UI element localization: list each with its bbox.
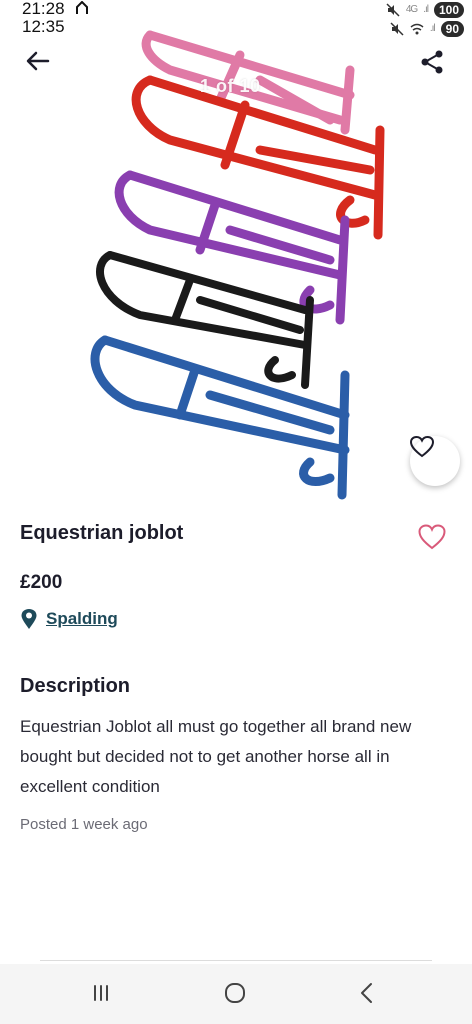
description-heading: Description <box>20 675 131 697</box>
mute-icon <box>386 2 400 17</box>
status-left: 21:28 12:35 <box>22 0 89 36</box>
home-button-icon[interactable] <box>220 978 250 1008</box>
status-bar: 21:28 12:35 4G .ıl 100 .ıl 90 <box>0 0 472 40</box>
black-saddle-rack <box>96 251 314 389</box>
divider <box>40 960 432 961</box>
description-text: Equestrian Joblot all must go together a… <box>20 717 412 796</box>
status-time-primary: 21:28 <box>22 0 65 18</box>
heart-icon[interactable] <box>418 524 446 550</box>
map-pin-icon <box>21 609 37 629</box>
saddle-racks-photo <box>90 30 385 500</box>
recent-apps-icon[interactable] <box>86 978 116 1008</box>
signal-icon: .ıl <box>423 4 429 15</box>
network-label: 4G <box>405 4 418 15</box>
signal-icon-secondary: .ıl <box>429 23 436 34</box>
status-right: 4G .ıl 100 .ıl 90 <box>386 0 464 38</box>
battery-secondary: 90 <box>440 20 464 37</box>
back-nav-icon[interactable] <box>352 978 382 1008</box>
listing-price: £200 <box>20 572 63 593</box>
listing-title: Equestrian joblot <box>20 522 184 544</box>
location-text[interactable]: Spalding <box>46 609 118 629</box>
system-navigation-bar <box>0 964 472 1024</box>
heart-icon <box>410 436 434 458</box>
status-time-secondary: 12:35 <box>22 17 65 36</box>
share-icon[interactable] <box>420 50 444 74</box>
image-counter: 1 of 10 <box>200 76 261 96</box>
mute-icon-secondary <box>390 21 404 36</box>
wifi-icon <box>410 23 424 34</box>
location-link[interactable]: Spalding <box>20 608 118 630</box>
posted-time: Posted 1 week ago <box>20 816 148 833</box>
arrow-left-icon[interactable] <box>26 50 50 72</box>
listing-image-gallery[interactable]: 1 of 10 <box>0 0 472 500</box>
battery-primary: 100 <box>433 1 464 18</box>
favourite-button[interactable] <box>410 436 460 486</box>
home-icon <box>76 1 89 14</box>
